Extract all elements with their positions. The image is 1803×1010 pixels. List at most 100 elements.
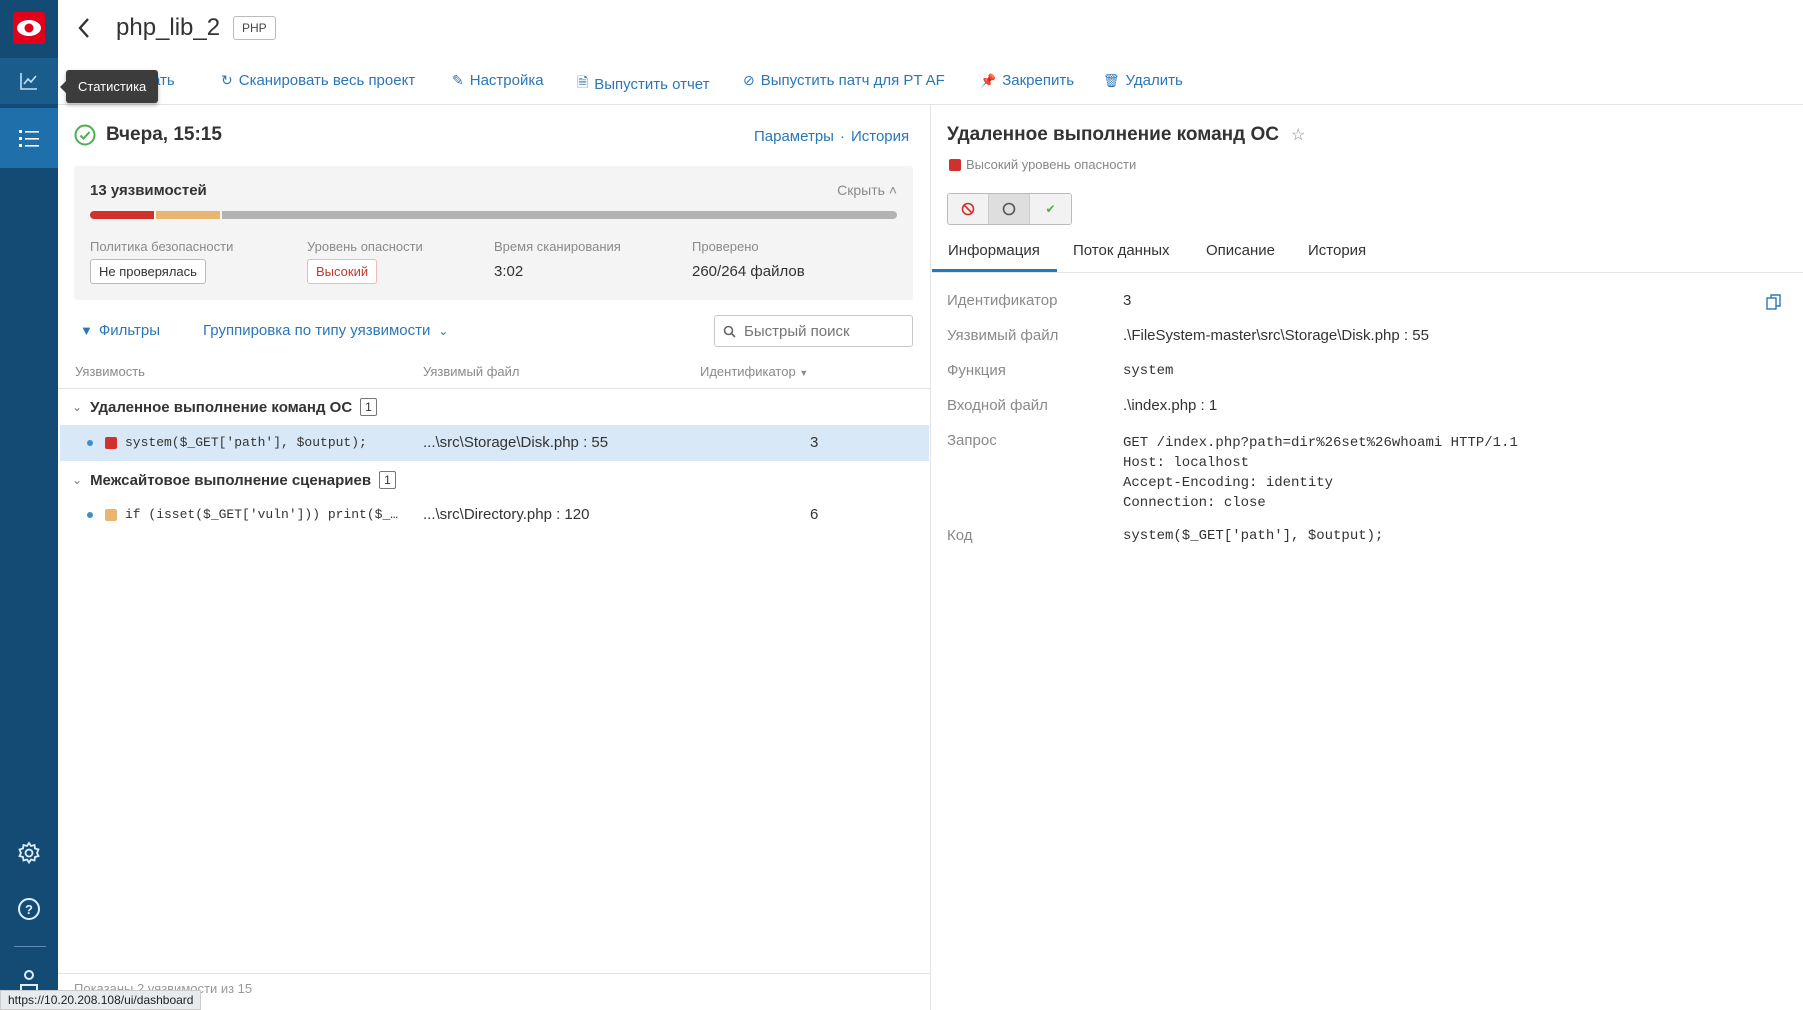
table-row[interactable]: if (isset($_GET['vuln'])) print($_… ...\… — [60, 497, 929, 533]
active-tab-indicator — [932, 269, 1057, 272]
severity-badge: Высокий — [307, 259, 378, 284]
separator: · — [839, 128, 845, 145]
grouping-dropdown[interactable]: Группировка по типу уязвимости ⌄ — [203, 322, 448, 339]
undecided-button[interactable] — [989, 194, 1030, 224]
severity-bar-other — [222, 211, 897, 219]
footer-divider — [58, 973, 930, 974]
scan-time-label: Время сканирования — [494, 239, 621, 254]
tab-information[interactable]: Информация — [948, 242, 1040, 259]
vuln-file: ...\src\Storage\Disk.php : 55 — [423, 434, 609, 451]
info-code-value: system($_GET['path'], $output); — [1123, 528, 1384, 544]
scan-time-value: 3:02 — [494, 263, 524, 280]
info-id-value: 3 — [1123, 292, 1132, 309]
vuln-id: 3 — [810, 434, 819, 451]
settings-link[interactable]: ✎ Настройка — [452, 72, 544, 89]
chevron-down-icon: ⌄ — [438, 323, 449, 338]
severity-marker — [105, 437, 117, 449]
unread-dot — [87, 440, 93, 446]
pencil-icon: ✎ — [452, 72, 464, 88]
tab-history[interactable]: История — [1308, 242, 1366, 259]
group-header[interactable]: ⌄ Удаленное выполнение команд ОС 1 — [72, 398, 377, 416]
scan-project-button[interactable]: ↻ Сканировать весь проект — [221, 72, 415, 89]
vuln-id: 6 — [810, 506, 819, 523]
star-icon[interactable]: ☆ — [1291, 125, 1305, 145]
tab-description[interactable]: Описание — [1206, 242, 1275, 259]
column-header-file[interactable]: Уязвимый файл — [423, 364, 519, 379]
pin-icon: 📌 — [980, 72, 997, 88]
status-toggle-group: ✔ — [947, 193, 1072, 225]
chevron-up-icon: ˄ — [888, 182, 897, 198]
table-row[interactable]: system($_GET['path'], $output); ...\src\… — [60, 425, 929, 461]
severity-bar-high — [90, 211, 155, 219]
reject-button[interactable] — [948, 194, 989, 224]
settings-button[interactable] — [0, 838, 58, 868]
history-link[interactable]: История — [851, 128, 909, 145]
severity-label: Уровень опасности — [307, 239, 423, 254]
checked-value: 260/264 файлов — [692, 263, 805, 280]
quick-search-input[interactable] — [714, 315, 913, 347]
document-icon: 🗎 — [577, 74, 589, 90]
summary-panel: 13 уязвимостей Скрыть ˄ Политика безопас… — [74, 166, 913, 300]
logo-icon[interactable] — [13, 12, 45, 44]
chart-icon — [20, 73, 37, 90]
success-check-icon — [74, 124, 96, 146]
copy-button[interactable] — [1766, 294, 1781, 315]
help-button[interactable]: ? — [0, 894, 58, 924]
info-function-value: system — [1123, 363, 1174, 379]
pane-divider — [930, 105, 931, 1010]
checked-label: Проверено — [692, 239, 759, 254]
forbidden-icon — [961, 202, 975, 216]
filter-icon: ▼ — [80, 323, 93, 338]
column-header-vulnerability[interactable]: Уязвимость — [75, 364, 145, 379]
patch-icon: ⊘ — [743, 72, 755, 88]
chevron-down-icon: ⌄ — [72, 400, 83, 414]
chevron-left-icon — [78, 18, 89, 38]
pin-button[interactable]: 📌 Закрепить — [980, 72, 1074, 89]
status-bar-url: https://10.20.208.108/ui/dashboard — [0, 990, 202, 1010]
scan-icon: ↻ — [221, 72, 233, 88]
delete-button[interactable]: 🗑 Удалить — [1103, 72, 1183, 89]
severity-bar-medium — [156, 211, 221, 219]
check-icon: ✔ — [1045, 202, 1056, 216]
group-count: 1 — [360, 398, 377, 416]
info-file-value: .\FileSystem-master\src\Storage\Disk.php… — [1123, 327, 1429, 344]
info-label: Код — [947, 527, 973, 544]
sort-down-icon: ▼ — [799, 368, 809, 378]
severity-marker — [105, 509, 117, 521]
scan-date: Вчера, 15:15 — [106, 124, 222, 145]
tab-data-flow[interactable]: Поток данных — [1073, 242, 1170, 259]
sidebar-item-projects[interactable] — [0, 108, 58, 168]
vuln-file: ...\src\Directory.php : 120 — [423, 506, 590, 523]
header-divider — [58, 388, 930, 389]
copy-icon — [1766, 294, 1781, 310]
list-icon — [19, 130, 39, 147]
sidebar-item-statistics[interactable] — [0, 58, 58, 104]
info-request-value: GET /index.php?path=dir%26set%26whoami H… — [1123, 435, 1518, 511]
hide-button[interactable]: Скрыть ˄ — [837, 182, 897, 198]
help-icon: ? — [18, 898, 40, 920]
patch-button[interactable]: ⊘ Выпустить патч для PT AF — [743, 72, 945, 89]
chevron-down-icon: ⌄ — [72, 473, 83, 487]
detail-severity: Высокий уровень опасности — [949, 157, 1136, 172]
confirm-button[interactable]: ✔ — [1030, 194, 1071, 224]
info-label: Запрос — [947, 432, 997, 449]
filters-button[interactable]: ▼ Фильтры — [80, 322, 160, 339]
parameters-link[interactable]: Параметры — [754, 128, 834, 145]
search-icon — [723, 325, 736, 338]
trash-icon: 🗑 — [1103, 72, 1120, 88]
back-button[interactable] — [76, 16, 92, 47]
tabs-divider — [932, 272, 1803, 273]
info-label: Функция — [947, 362, 1006, 379]
column-header-id[interactable]: Идентификатор ▼ — [700, 364, 808, 379]
search-field[interactable] — [744, 322, 904, 340]
group-header[interactable]: ⌄ Межсайтовое выполнение сценариев 1 — [72, 471, 396, 489]
info-entry-file-value: .\index.php : 1 — [1123, 397, 1218, 414]
sidebar: ? — [0, 0, 58, 1010]
severity-marker — [949, 158, 961, 171]
report-button[interactable]: 🗎 Выпустить отчет — [577, 72, 710, 96]
vuln-code: system($_GET['path'], $output); — [125, 435, 367, 450]
info-label: Уязвимый файл — [947, 327, 1059, 344]
policy-label: Политика безопасности — [90, 239, 234, 254]
info-label: Входной файл — [947, 397, 1048, 414]
vuln-count: 13 уязвимостей — [90, 182, 207, 199]
